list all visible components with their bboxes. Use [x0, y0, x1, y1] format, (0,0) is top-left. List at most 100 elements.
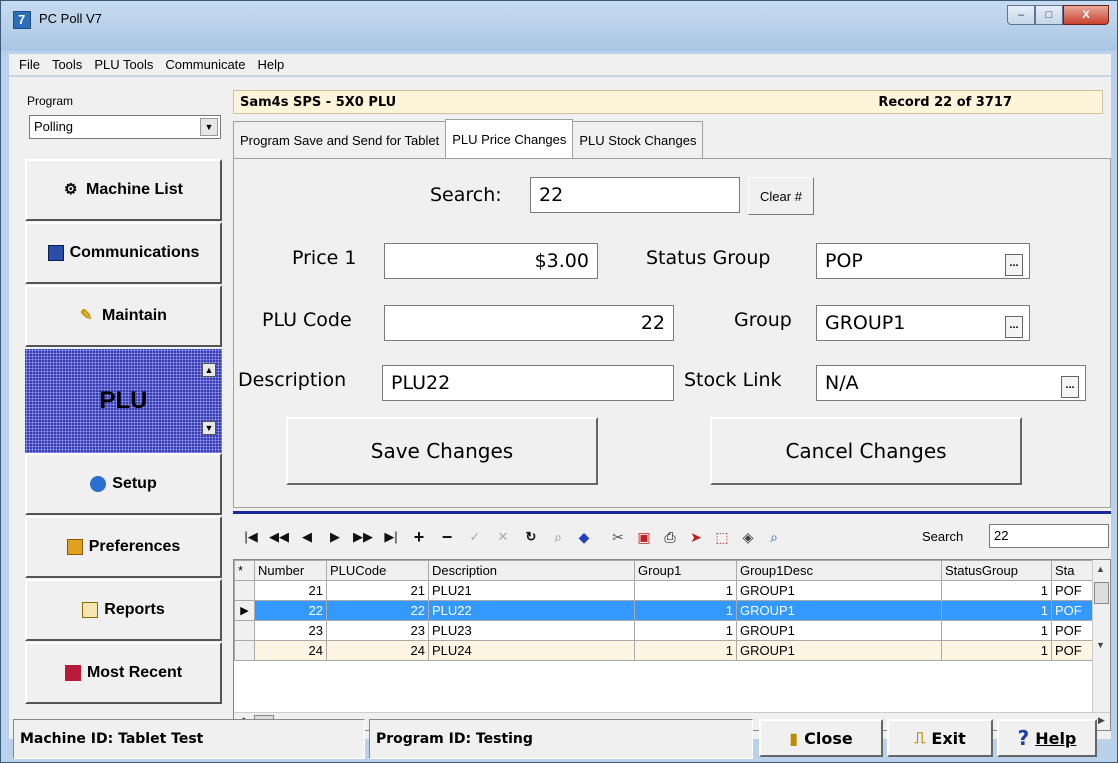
cell-description[interactable]: PLU22 — [428, 600, 635, 621]
scroll-down-arrow-icon[interactable]: ▼ — [1096, 640, 1105, 650]
save-changes-button[interactable]: Save Changes — [286, 417, 598, 485]
cell-statusgroup[interactable]: 1 — [941, 640, 1052, 661]
cell-plucode[interactable]: 24 — [326, 640, 429, 661]
reports-button[interactable]: Reports — [25, 579, 222, 641]
scroll-up-icon[interactable]: ▲ — [202, 363, 216, 377]
cell-group1desc[interactable]: GROUP1 — [736, 600, 942, 621]
table-row[interactable]: 21 21 PLU21 1 GROUP1 1 POF — [234, 580, 1094, 601]
col-sta[interactable]: Sta — [1051, 560, 1094, 581]
col-statusgroup[interactable]: StatusGroup — [941, 560, 1052, 581]
scroll-up-arrow-icon[interactable]: ▲ — [1096, 564, 1105, 574]
cell-statusgroup[interactable]: 1 — [941, 620, 1052, 641]
delete-record-icon[interactable]: − — [435, 525, 459, 549]
next-page-icon[interactable]: ▶▶ — [351, 525, 375, 549]
col-plucode[interactable]: PLUCode — [326, 560, 429, 581]
scroll-down-icon[interactable]: ▼ — [202, 421, 216, 435]
menu-tools[interactable]: Tools — [46, 57, 88, 72]
cell-group1[interactable]: 1 — [634, 640, 737, 661]
first-record-icon[interactable]: |◀ — [239, 525, 263, 549]
cell-number[interactable]: 22 — [254, 600, 327, 621]
cell-plucode[interactable]: 22 — [326, 600, 429, 621]
tools-icon[interactable]: ✂ — [607, 526, 629, 548]
table-row[interactable]: 23 23 PLU23 1 GROUP1 1 POF — [234, 620, 1094, 641]
cell-number[interactable]: 21 — [254, 580, 327, 601]
exit-button[interactable]: ⎍ Exit — [887, 719, 993, 757]
scroll-right-arrow-icon[interactable]: ▶ — [1098, 715, 1105, 726]
cell-sta[interactable]: POF — [1051, 600, 1094, 621]
stock-link-field[interactable]: N/A — [816, 365, 1086, 401]
cancel-changes-button[interactable]: Cancel Changes — [710, 417, 1022, 485]
cell-statusgroup[interactable]: 1 — [941, 580, 1052, 601]
status-group-field[interactable]: POP — [816, 243, 1030, 279]
close-button[interactable]: ▮ Close — [759, 719, 883, 757]
search-input[interactable]: 22 — [530, 177, 740, 213]
post-edit-icon[interactable]: ✓ — [463, 525, 487, 549]
cell-group1[interactable]: 1 — [634, 580, 737, 601]
cell-group1[interactable]: 1 — [634, 620, 737, 641]
plu-panel[interactable]: PLU ▲ ▼ — [25, 349, 222, 453]
grid-vertical-scrollbar[interactable]: ▲ ▼ — [1092, 560, 1110, 712]
communications-button[interactable]: Communications — [25, 222, 222, 284]
vertical-scroll-thumb[interactable] — [1094, 582, 1109, 604]
bookmark-icon[interactable]: ◆ — [573, 526, 595, 548]
col-description[interactable]: Description — [428, 560, 635, 581]
import-icon[interactable]: ⬚ — [711, 526, 733, 548]
price1-field[interactable]: $3.00 — [384, 243, 598, 279]
table-row[interactable]: 24 24 PLU24 1 GROUP1 1 POF — [234, 640, 1094, 661]
tab-plu-stock-changes[interactable]: PLU Stock Changes — [572, 121, 704, 159]
cell-group1desc[interactable]: GROUP1 — [736, 580, 942, 601]
table-row[interactable]: ▶ 22 22 PLU22 1 GROUP1 1 POF — [234, 600, 1094, 621]
close-window-button[interactable]: X — [1063, 5, 1109, 25]
prior-record-icon[interactable]: ◀ — [295, 525, 319, 549]
menu-file[interactable]: File — [13, 57, 46, 72]
setup-button[interactable]: Setup — [25, 453, 222, 515]
cell-number[interactable]: 23 — [254, 620, 327, 641]
copy-icon[interactable]: ▣ — [633, 526, 655, 548]
status-group-lookup-button[interactable]: ... — [1005, 254, 1023, 276]
col-number[interactable]: Number — [254, 560, 327, 581]
cell-description[interactable]: PLU21 — [428, 580, 635, 601]
filter-icon[interactable]: ◈ — [737, 526, 759, 548]
insert-record-icon[interactable]: + — [407, 525, 431, 549]
plu-code-field[interactable]: 22 — [384, 305, 674, 341]
machine-list-button[interactable]: ⚙ Machine List — [25, 159, 222, 221]
col-group1[interactable]: Group1 — [634, 560, 737, 581]
cell-description[interactable]: PLU23 — [428, 620, 635, 641]
export-icon[interactable]: ➤ — [685, 526, 707, 548]
find-icon[interactable]: ⌕ — [763, 526, 785, 548]
cell-plucode[interactable]: 21 — [326, 580, 429, 601]
cell-group1desc[interactable]: GROUP1 — [736, 620, 942, 641]
menu-plu-tools[interactable]: PLU Tools — [88, 57, 159, 72]
next-record-icon[interactable]: ▶ — [323, 525, 347, 549]
refresh-icon[interactable]: ↻ — [519, 525, 543, 549]
print-icon[interactable]: ⎙ — [659, 526, 681, 548]
last-record-icon[interactable]: ▶| — [379, 525, 403, 549]
col-group1desc[interactable]: Group1Desc — [736, 560, 942, 581]
menu-help[interactable]: Help — [252, 57, 291, 72]
stock-link-lookup-button[interactable]: ... — [1061, 376, 1079, 398]
program-select[interactable]: Polling ▼ — [29, 115, 221, 139]
cell-plucode[interactable]: 23 — [326, 620, 429, 641]
menu-communicate[interactable]: Communicate — [159, 57, 251, 72]
cell-sta[interactable]: POF — [1051, 640, 1094, 661]
clear-button[interactable]: Clear # — [748, 177, 814, 215]
goto-icon[interactable]: ⌕ — [547, 526, 569, 548]
cancel-edit-icon[interactable]: ✕ — [491, 525, 515, 549]
cell-sta[interactable]: POF — [1051, 620, 1094, 641]
grid-search-input[interactable]: 22 — [989, 524, 1109, 548]
cell-statusgroup[interactable]: 1 — [941, 600, 1052, 621]
group-field[interactable]: GROUP1 — [816, 305, 1030, 341]
description-field[interactable]: PLU22 — [382, 365, 674, 401]
title-bar[interactable]: PC Poll V7 – □ X — [1, 1, 1117, 51]
maximize-button[interactable]: □ — [1035, 5, 1063, 25]
cell-sta[interactable]: POF — [1051, 580, 1094, 601]
cell-group1desc[interactable]: GROUP1 — [736, 640, 942, 661]
minimize-button[interactable]: – — [1007, 5, 1035, 25]
preferences-button[interactable]: Preferences — [25, 516, 222, 578]
prior-page-icon[interactable]: ◀◀ — [267, 525, 291, 549]
tab-plu-price-changes[interactable]: PLU Price Changes — [445, 119, 574, 159]
maintain-button[interactable]: ✎ Maintain — [25, 285, 222, 347]
cell-number[interactable]: 24 — [254, 640, 327, 661]
tab-program-save[interactable]: Program Save and Send for Tablet — [233, 121, 447, 159]
most-recent-button[interactable]: Most Recent — [25, 642, 222, 704]
